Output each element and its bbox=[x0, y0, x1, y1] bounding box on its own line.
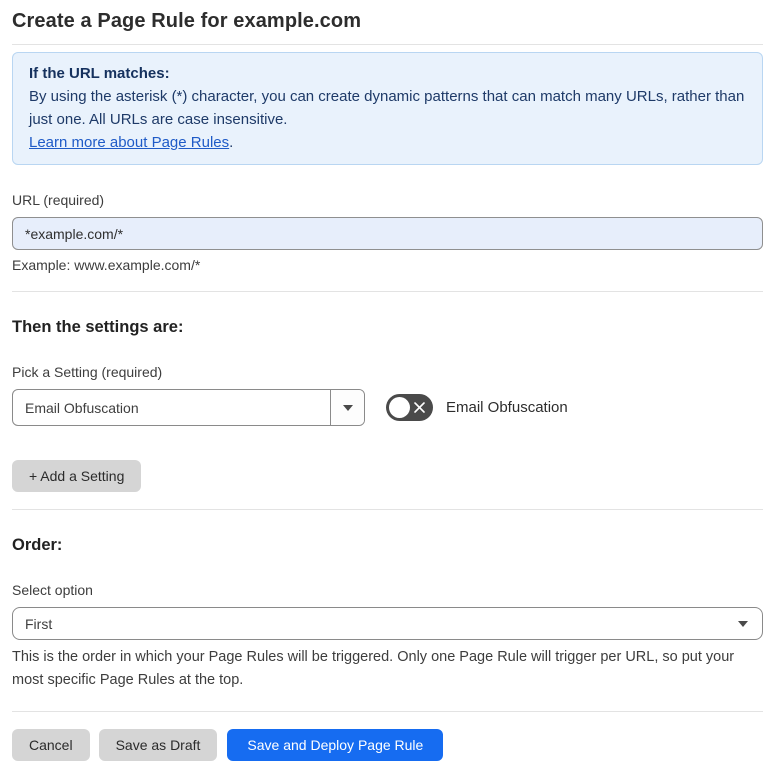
order-select-value: First bbox=[25, 615, 53, 632]
order-select-label: Select option bbox=[12, 582, 93, 598]
settings-section-heading: Then the settings are: bbox=[12, 318, 184, 336]
footer-button-row: Cancel Save as Draft Save and Deploy Pag… bbox=[12, 729, 763, 761]
caret-down-icon bbox=[738, 621, 748, 627]
setting-select[interactable]: Email Obfuscation bbox=[12, 389, 365, 426]
setting-select-arrow-button[interactable] bbox=[330, 390, 364, 425]
cancel-button[interactable]: Cancel bbox=[12, 729, 90, 761]
pick-setting-label: Pick a Setting (required) bbox=[12, 364, 163, 380]
caret-down-icon bbox=[342, 404, 353, 411]
info-box-link-line: Learn more about Page Rules. bbox=[29, 131, 746, 154]
order-section-heading: Order: bbox=[12, 536, 63, 554]
setting-select-value: Email Obfuscation bbox=[25, 399, 139, 416]
save-draft-button[interactable]: Save as Draft bbox=[98, 729, 218, 761]
save-deploy-button[interactable]: Save and Deploy Page Rule bbox=[227, 729, 444, 761]
url-match-info-box: If the URL matches: By using the asteris… bbox=[12, 52, 763, 165]
url-example-helper: Example: www.example.com/* bbox=[12, 257, 201, 273]
x-icon bbox=[413, 401, 426, 414]
page-title: Create a Page Rule for example.com bbox=[12, 10, 362, 32]
link-suffix: . bbox=[229, 134, 234, 151]
divider bbox=[12, 44, 763, 45]
order-helper-text: This is the order in which your Page Rul… bbox=[12, 649, 735, 688]
email-obfuscation-toggle[interactable] bbox=[386, 394, 433, 421]
divider bbox=[12, 711, 763, 712]
order-select[interactable]: First bbox=[12, 607, 763, 640]
info-box-heading: If the URL matches: bbox=[29, 65, 170, 82]
divider bbox=[12, 291, 763, 292]
toggle-knob bbox=[389, 397, 410, 418]
toggle-label: Email Obfuscation bbox=[446, 399, 568, 416]
page-rule-form: Create a Page Rule for example.com If th… bbox=[0, 0, 775, 761]
setting-row: Email Obfuscation Email Obfuscation bbox=[12, 389, 763, 426]
add-setting-button[interactable]: + Add a Setting bbox=[12, 460, 142, 492]
email-obfuscation-toggle-group: Email Obfuscation bbox=[386, 394, 568, 421]
learn-more-link[interactable]: Learn more about Page Rules bbox=[29, 134, 229, 151]
url-input[interactable] bbox=[12, 217, 763, 250]
url-field-label: URL (required) bbox=[12, 192, 105, 208]
divider bbox=[12, 509, 763, 510]
info-box-body: By using the asterisk (*) character, you… bbox=[29, 88, 745, 128]
